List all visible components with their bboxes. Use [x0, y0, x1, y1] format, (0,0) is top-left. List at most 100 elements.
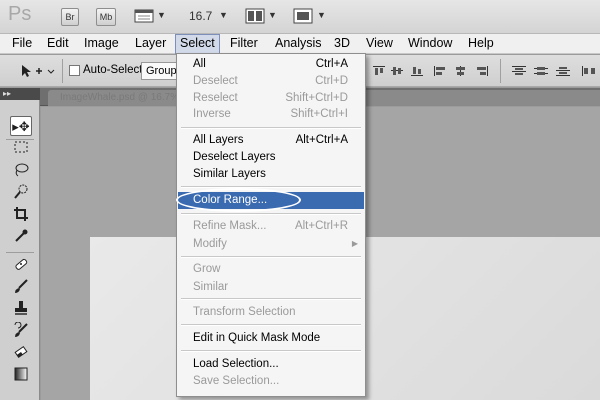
align-right-icon[interactable] [474, 66, 488, 76]
menu-item-shortcut: Shift+Ctrl+D [285, 92, 348, 104]
menu-item-shortcut: Ctrl+D [315, 75, 348, 87]
photoshop-logo: Ps [8, 3, 32, 25]
bridge-button[interactable]: Br [61, 8, 79, 26]
menu-3d[interactable]: 3D [330, 34, 354, 54]
menu-item-transform-selection[interactable]: Transform Selection [178, 304, 364, 320]
menu-filter[interactable]: Filter [226, 34, 262, 54]
history-brush-tool-icon[interactable] [10, 321, 32, 342]
arrange-documents-icon[interactable] [245, 8, 265, 24]
align-vertical-center-icon[interactable] [390, 66, 404, 76]
menu-item-save-selection[interactable]: Save Selection... [178, 373, 364, 389]
zoom-caret-icon[interactable]: ▼ [219, 10, 228, 20]
zoom-level[interactable]: 16.7 [189, 9, 212, 23]
menu-item-shortcut: Ctrl+A [315, 58, 348, 70]
menu-item-shortcut: Alt+Ctrl+A [295, 134, 348, 146]
menu-item-inverse[interactable]: Inverse Shift+Ctrl+I [178, 106, 364, 122]
menu-item-shortcut: Alt+Ctrl+R [294, 220, 348, 232]
tools-panel: ▸✥ [0, 100, 40, 400]
crop-tool-icon[interactable] [10, 206, 32, 226]
menu-item-label: Inverse [193, 108, 231, 120]
menu-item-reselect[interactable]: Reselect Shift+Ctrl+D [178, 90, 364, 106]
application-bar: Ps Br Mb ▼ 16.7 ▼ ▼ ▼ [0, 0, 600, 34]
auto-select-label: Auto-Select: [83, 64, 146, 76]
brush-tool-icon[interactable] [10, 278, 32, 298]
menu-item-label: All Layers [193, 134, 244, 146]
menu-item-label: Load Selection... [193, 358, 279, 370]
clone-stamp-tool-icon[interactable] [10, 300, 32, 320]
align-left-icon[interactable] [434, 66, 448, 76]
menu-separator [181, 324, 361, 326]
menu-window[interactable]: Window [404, 34, 456, 54]
arrange-caret-icon[interactable]: ▼ [268, 10, 277, 20]
menu-item-label: Deselect [193, 75, 238, 87]
eraser-tool-icon[interactable] [10, 344, 32, 364]
menu-edit[interactable]: Edit [43, 34, 73, 54]
options-divider [62, 59, 63, 83]
healing-brush-tool-icon[interactable] [10, 256, 32, 276]
menu-item-label: Similar [193, 281, 229, 293]
tool-separator [6, 252, 34, 253]
menu-item-color-range[interactable]: Color Range... [176, 188, 364, 212]
view-extras-caret-icon[interactable]: ▼ [157, 10, 166, 20]
submenu-arrow-icon: ▶ [351, 239, 358, 248]
marquee-tool-icon[interactable] [10, 140, 32, 160]
distribute-bottom-icon[interactable] [556, 66, 570, 76]
menu-item-all-layers[interactable]: All Layers Alt+Ctrl+A [178, 132, 364, 148]
distribute-left-icon[interactable] [582, 66, 596, 76]
distribute-top-icon[interactable] [512, 66, 526, 76]
gradient-tool-icon[interactable] [10, 366, 32, 386]
menu-separator [181, 127, 361, 129]
menu-separator [181, 350, 361, 352]
align-top-icon[interactable] [372, 66, 386, 76]
menu-item-deselect[interactable]: Deselect Ctrl+D [178, 73, 364, 89]
menu-item-grow[interactable]: Grow [178, 261, 364, 277]
menu-item-label: Reselect [193, 92, 238, 104]
menu-item-quick-mask[interactable]: Edit in Quick Mask Mode [178, 330, 364, 346]
distribute-vertical-center-icon[interactable] [534, 66, 548, 76]
menu-item-deselect-layers[interactable]: Deselect Layers [178, 149, 364, 165]
menu-item-label: Similar Layers [193, 168, 266, 180]
menu-item-label: Modify [193, 238, 227, 250]
screen-mode-caret-icon[interactable]: ▼ [317, 10, 326, 20]
quick-selection-tool-icon[interactable] [10, 184, 32, 204]
align-horizontal-center-icon[interactable] [454, 66, 468, 76]
menu-view[interactable]: View [362, 34, 397, 54]
menu-analysis[interactable]: Analysis [271, 34, 326, 54]
menu-help[interactable]: Help [464, 34, 498, 54]
menu-item-label: Refine Mask... [193, 220, 267, 232]
highlight-ring [176, 188, 301, 212]
menu-item-label: Edit in Quick Mask Mode [193, 332, 321, 344]
menu-item-shortcut: Shift+Ctrl+I [290, 108, 348, 120]
auto-select-target-dropdown[interactable]: Group [141, 62, 181, 80]
menu-item-all[interactable]: All Ctrl+A [178, 56, 364, 72]
menu-select[interactable]: Select [175, 34, 220, 54]
menu-file[interactable]: File [8, 34, 36, 54]
menu-item-similar-layers[interactable]: Similar Layers [178, 166, 364, 182]
eyedropper-tool-icon[interactable] [10, 228, 32, 248]
align-bottom-icon[interactable] [410, 66, 424, 76]
menu-image[interactable]: Image [80, 34, 123, 54]
menu-item-refine-mask[interactable]: Refine Mask... Alt+Ctrl+R [178, 218, 364, 234]
select-menu-dropdown: All Ctrl+A Deselect Ctrl+D Reselect Shif… [176, 53, 366, 397]
minibridge-button[interactable]: Mb [96, 8, 116, 26]
menu-item-label: Grow [193, 263, 221, 275]
menu-separator [181, 298, 361, 300]
lasso-tool-icon[interactable] [10, 162, 32, 182]
tool-preset-picker[interactable] [14, 62, 56, 80]
menu-item-load-selection[interactable]: Load Selection... [178, 356, 364, 372]
menu-item-similar[interactable]: Similar [178, 279, 364, 295]
menu-bar: File Edit Image Layer Select Filter Anal… [0, 34, 600, 54]
menu-separator [181, 186, 361, 188]
move-tool-icon[interactable]: ▸✥ [10, 116, 32, 136]
auto-select-checkbox[interactable] [69, 65, 80, 76]
menu-item-label: Save Selection... [193, 375, 280, 387]
options-divider [500, 59, 501, 83]
screen-mode-icon[interactable] [293, 8, 313, 24]
menu-separator [181, 213, 361, 215]
view-extras-icon[interactable] [134, 8, 154, 24]
menu-item-label: Deselect Layers [193, 151, 276, 163]
menu-item-modify[interactable]: Modify ▶ [178, 236, 364, 252]
move-tool-preset-icon [22, 65, 55, 77]
menu-layer[interactable]: Layer [131, 34, 170, 54]
tools-panel-collapse-bar[interactable]: ▸▸ [0, 88, 40, 100]
